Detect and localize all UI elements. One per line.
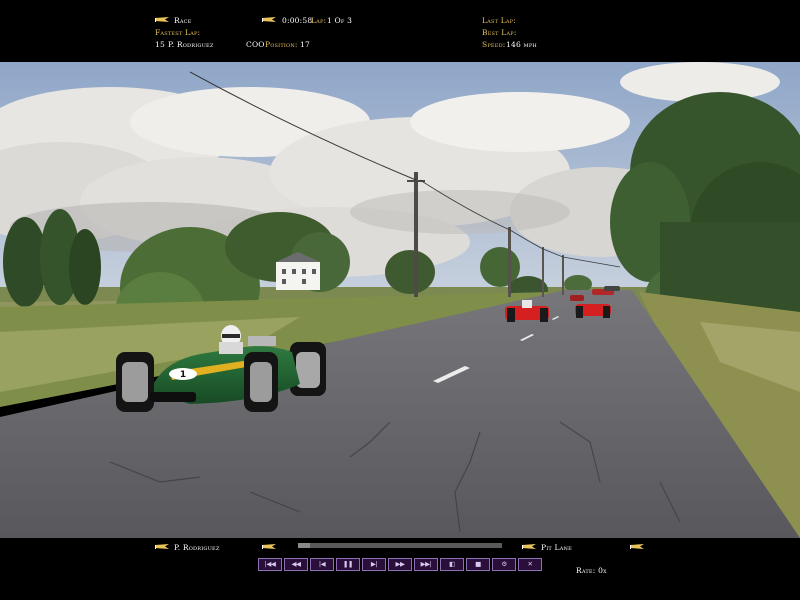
step-forward-button[interactable]: ▶|: [362, 558, 386, 571]
progress-flag-icon: [262, 544, 276, 549]
race-viewport: 1: [0, 62, 800, 538]
session-label: Race: [174, 16, 192, 25]
car-code: COO: [246, 40, 265, 49]
race-info-panel: Race 0:00:58 Lap: 1 Of 3 Fastest Lap: 15…: [0, 0, 800, 62]
replay-control-panel: P. Rodriguez Pit Lane |◀◀ ◀◀ |◀ ❚❚ ▶| ▶▶ ▶▶| ◧ ■…: [0, 538, 800, 600]
replay-progress-fill: [298, 543, 311, 548]
track-scene: 1: [0, 62, 800, 538]
speed-value: 146 mph: [506, 40, 537, 49]
elapsed-time: 0:00:58: [282, 16, 313, 25]
stop-button[interactable]: ■: [466, 558, 490, 571]
lap-value: 1 Of 3: [327, 16, 353, 25]
camera-flag-icon: [522, 544, 536, 549]
skip-to-end-button[interactable]: ▶▶|: [414, 558, 438, 571]
pause-button[interactable]: ❚❚: [336, 558, 360, 571]
speed-label: Speed:: [482, 40, 506, 49]
replay-driver-name[interactable]: P. Rodriguez: [174, 543, 220, 552]
position-value: 17: [300, 40, 310, 49]
skip-to-start-button[interactable]: |◀◀: [258, 558, 282, 571]
end-flag-icon: [630, 544, 644, 549]
rate-label: Rate: 0x: [576, 566, 607, 575]
fastest-lap-number: 15: [155, 40, 165, 49]
driver-flag-icon: [155, 544, 169, 549]
step-back-button[interactable]: |◀: [310, 558, 334, 571]
position-label: Position:: [265, 40, 298, 49]
replay-progress-bar[interactable]: [298, 543, 502, 548]
car-number: 1: [180, 370, 186, 380]
timer-flag-icon: [262, 17, 276, 22]
settings-button[interactable]: ⚙: [492, 558, 516, 571]
camera-view-button[interactable]: ◧: [440, 558, 464, 571]
exit-button[interactable]: ✕: [518, 558, 542, 571]
lap-label: Lap:: [311, 16, 327, 25]
fast-forward-button[interactable]: ▶▶: [388, 558, 412, 571]
fastest-lap-label: Fastest Lap:: [155, 28, 201, 37]
rewind-fast-button[interactable]: ◀◀: [284, 558, 308, 571]
checkered-flag-icon: [155, 17, 169, 22]
best-lap-label: Best Lap:: [482, 28, 517, 37]
fastest-lap-driver: P. Rodriguez: [168, 40, 214, 49]
camera-label[interactable]: Pit Lane: [541, 543, 572, 552]
last-lap-label: Last Lap:: [482, 16, 517, 25]
